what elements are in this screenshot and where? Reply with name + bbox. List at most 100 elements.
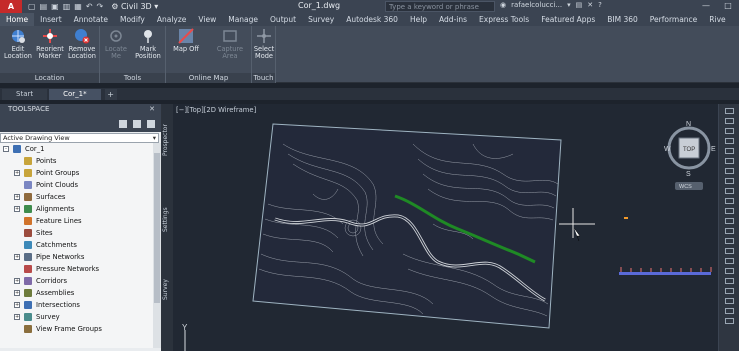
ribbon-tab-performance[interactable]: Performance (644, 13, 704, 26)
save-icon[interactable]: ▣ (51, 2, 59, 11)
nav-icon[interactable] (724, 178, 734, 184)
maximize-button[interactable]: □ (717, 0, 739, 13)
tree-item[interactable]: + Survey (0, 311, 161, 323)
file-tab-cor1[interactable]: Cor_1* (49, 89, 101, 100)
tree-item[interactable]: - Cor_1 (0, 143, 161, 155)
viewcube-top-label[interactable]: TOP (683, 147, 695, 153)
expand-icon[interactable]: + (14, 290, 20, 296)
locate-me-button[interactable]: Locate Me (101, 28, 131, 60)
tree-item[interactable]: Sites (0, 227, 161, 239)
ribbon-tab-view[interactable]: View (192, 13, 222, 26)
expand-icon[interactable]: + (14, 278, 20, 284)
save-as-icon[interactable]: ▥ (63, 2, 71, 11)
help-icon[interactable] (147, 119, 155, 128)
nav-icon[interactable] (724, 138, 734, 144)
wcs-label[interactable]: WCS (679, 184, 692, 190)
viewcube[interactable]: TOP N S E W WCS (664, 121, 716, 190)
nav-icon[interactable] (724, 318, 734, 324)
select-mode-button[interactable]: Select Mode (249, 28, 279, 60)
ribbon-tab-home[interactable]: Home (0, 13, 35, 26)
ribbon-tab-express-tools[interactable]: Express Tools (473, 13, 535, 26)
expand-icon[interactable]: + (14, 170, 20, 176)
nav-icon[interactable] (724, 118, 734, 124)
expand-icon[interactable]: + (14, 194, 20, 200)
file-tab-start[interactable]: Start (2, 89, 48, 100)
nav-icon[interactable] (724, 248, 734, 254)
nav-icon[interactable] (724, 218, 734, 224)
ribbon-tab-rive[interactable]: Rive (703, 13, 731, 26)
user-menu[interactable]: ◉ rafaelcolucci... ▾ ▤ ✕ ? (500, 1, 602, 9)
expand-icon[interactable]: + (14, 206, 20, 212)
compass-north[interactable]: N (686, 121, 691, 128)
ribbon-tab-modify[interactable]: Modify (114, 13, 151, 26)
expand-icon[interactable]: + (14, 302, 20, 308)
tree-item[interactable]: Point Clouds (0, 179, 161, 191)
tree-view-icon[interactable] (119, 119, 127, 128)
ribbon-tab-survey[interactable]: Survey (302, 13, 340, 26)
nav-icon[interactable] (724, 158, 734, 164)
tree-item[interactable]: + Assemblies (0, 287, 161, 299)
remove-location-button[interactable]: Remove Location (67, 28, 97, 60)
tree-item[interactable]: Points (0, 155, 161, 167)
close-icon[interactable]: ✕ (149, 104, 155, 115)
compass-east[interactable]: E (711, 146, 716, 153)
ribbon-tab-help[interactable]: Help (404, 13, 433, 26)
tree-item[interactable]: + Surfaces (0, 191, 161, 203)
tree-item[interactable]: + Corridors (0, 275, 161, 287)
compass-south[interactable]: S (686, 171, 691, 178)
map-off-button[interactable]: Map Off (171, 28, 201, 53)
ribbon-tab-annotate[interactable]: Annotate (68, 13, 114, 26)
new-tab-button[interactable]: + (104, 89, 117, 100)
nav-icon[interactable] (724, 168, 734, 174)
tree-item[interactable]: + Intersections (0, 299, 161, 311)
ribbon-tab-insert[interactable]: Insert (34, 13, 68, 26)
ribbon-tab-bim-360[interactable]: BIM 360 (601, 13, 644, 26)
expand-icon[interactable]: + (14, 254, 20, 260)
item-view-icon[interactable] (133, 119, 141, 128)
nav-icon[interactable] (724, 288, 734, 294)
minimize-button[interactable]: — (695, 0, 717, 13)
nav-icon[interactable] (724, 258, 734, 264)
nav-icon[interactable] (724, 228, 734, 234)
nav-icon[interactable] (724, 148, 734, 154)
side-tab-settings[interactable]: Settings (162, 200, 173, 240)
drawing-canvas[interactable]: [−][Top][2D Wireframe] Y TOP N S E W WCS (173, 104, 718, 351)
help-icon[interactable]: ? (598, 1, 602, 9)
capture-area-button[interactable]: Capture Area (215, 28, 245, 60)
undo-icon[interactable]: ↶ (86, 2, 93, 11)
tree-item[interactable]: Feature Lines (0, 215, 161, 227)
expand-icon[interactable]: + (14, 314, 20, 320)
tree-item[interactable]: View Frame Groups (0, 323, 161, 335)
tree-item[interactable]: + Point Groups (0, 167, 161, 179)
exchange-icon[interactable]: ✕ (587, 1, 593, 9)
mark-position-button[interactable]: Mark Position (133, 28, 163, 60)
nav-icon[interactable] (724, 298, 734, 304)
nav-icon[interactable] (724, 268, 734, 274)
nav-icon[interactable] (724, 198, 734, 204)
tree-item[interactable]: + Pipe Networks (0, 251, 161, 263)
ribbon-tab-analyze[interactable]: Analyze (151, 13, 193, 26)
print-icon[interactable]: ▦ (74, 2, 82, 11)
side-tab-survey[interactable]: Survey (162, 270, 173, 310)
ribbon-tab-add-ins[interactable]: Add-ins (433, 13, 473, 26)
nav-icon[interactable] (724, 188, 734, 194)
ribbon-tab-featured-apps[interactable]: Featured Apps (535, 13, 601, 26)
new-icon[interactable]: ▢ (28, 2, 36, 11)
nav-icon[interactable] (724, 308, 734, 314)
ribbon-tab-autodesk-360[interactable]: Autodesk 360 (340, 13, 404, 26)
nav-icon[interactable] (724, 108, 734, 114)
nav-icon[interactable] (724, 208, 734, 214)
ribbon-tab-output[interactable]: Output (264, 13, 302, 26)
tree-item[interactable]: Pressure Networks (0, 263, 161, 275)
redo-icon[interactable]: ↷ (97, 2, 104, 11)
edit-location-button[interactable]: Edit Location (3, 28, 33, 60)
side-tab-prospector[interactable]: Prospector (162, 110, 173, 170)
collapse-icon[interactable]: - (3, 146, 9, 152)
view-select[interactable]: Active Drawing View ▾ (0, 133, 159, 143)
nav-icon[interactable] (724, 238, 734, 244)
workspace-selector[interactable]: ⚙ Civil 3D ▾ (111, 2, 158, 11)
tree-item[interactable]: Catchments (0, 239, 161, 251)
compass-west[interactable]: W (664, 146, 671, 153)
nav-icon[interactable] (724, 128, 734, 134)
search-input[interactable]: Type a keyword or phrase (385, 1, 495, 12)
